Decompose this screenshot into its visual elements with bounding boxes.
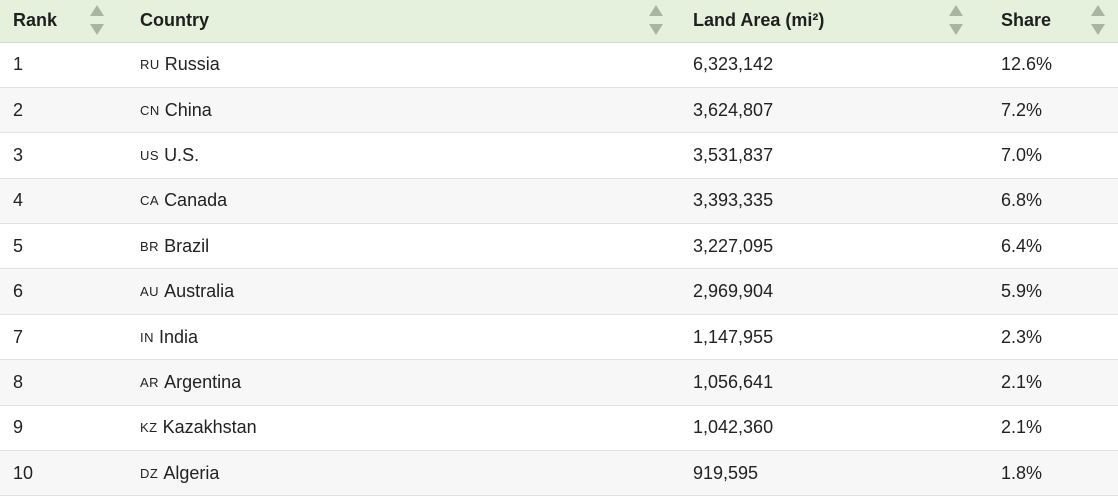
column-header-rank[interactable]: Rank [0,0,127,43]
country-cell: RU Russia [127,42,683,87]
land-area-cell: 3,624,807 [693,99,774,120]
share-cell: 7.2% [1001,99,1043,120]
country-code: DZ [140,465,159,481]
country-name: Australia [164,281,235,302]
country-name: Canada [164,190,228,211]
country-name: Kazakhstan [162,417,257,438]
country-code: CN [140,102,160,118]
land-area-cell: 1,147,955 [693,326,774,347]
country-cell: AR Argentina [127,360,683,405]
land-area-table: Rank Country Land Area (mi²) Share 1 RU R… [0,0,1118,496]
share-cell: 7.0% [1001,144,1043,165]
land-area-cell: 3,393,335 [693,190,774,211]
sort-arrows-icon[interactable] [89,5,105,35]
country-code: AR [140,374,160,390]
country-name: Brazil [164,235,210,256]
land-area-cell: 1,056,641 [693,371,774,392]
land-area-cell: 1,042,360 [693,417,774,438]
share-cell: 2.1% [1001,371,1043,392]
country-cell: US U.S. [127,133,683,178]
rank-cell: 9 [13,417,24,438]
land-area-cell: 919,595 [693,462,759,483]
sort-arrows-icon[interactable] [648,5,664,35]
table-row: 10 DZ Algeria 919,595 1.8% [0,450,1118,496]
table-row: 7 IN India 1,147,955 2.3% [0,314,1118,360]
share-cell: 12.6% [1001,54,1053,75]
country-cell: KZ Kazakhstan [127,405,683,450]
land-area-cell: 3,227,095 [693,235,774,256]
country-name: China [164,99,212,120]
table-header: Rank Country Land Area (mi²) Share [0,0,1118,43]
country-cell: AU Australia [127,269,683,314]
country-name: U.S. [164,144,200,165]
table-row: 6 AU Australia 2,969,904 5.9% [0,268,1118,315]
country-cell: CN China [127,87,683,132]
share-cell: 6.4% [1001,235,1043,256]
country-code: AU [140,284,160,300]
rank-cell: 5 [13,235,24,256]
country-code: RU [140,57,160,73]
share-cell: 2.3% [1001,326,1043,347]
column-header-land-area[interactable]: Land Area (mi²) [683,0,987,43]
header-row: Rank Country Land Area (mi²) Share [0,0,1118,43]
column-header-label: Country [140,10,209,31]
rank-cell: 2 [13,99,24,120]
share-cell: 5.9% [1001,281,1043,302]
country-name: Argentina [164,371,242,392]
country-cell: BR Brazil [127,224,683,269]
rank-cell: 6 [13,281,24,302]
country-code: KZ [140,420,158,436]
land-area-cell: 6,323,142 [693,54,774,75]
table-body: 1 RU Russia 6,323,142 12.6% 2 CN China 3,6… [0,42,1118,496]
table-row: 3 US U.S. 3,531,837 7.0% [0,132,1118,179]
table-row: 1 RU Russia 6,323,142 12.6% [0,42,1118,88]
country-code: IN [140,329,154,345]
table-row: 2 CN China 3,624,807 7.2% [0,87,1118,133]
column-header-country[interactable]: Country [127,0,683,43]
sort-arrows-icon[interactable] [948,5,964,35]
land-area-cell: 3,531,837 [693,144,774,165]
column-header-label: Land Area (mi²) [693,10,825,31]
land-area-cell: 2,969,904 [693,281,774,302]
country-name: Algeria [163,462,220,483]
country-code: US [140,147,160,163]
rank-cell: 4 [13,190,24,211]
table-row: 4 CA Canada 3,393,335 6.8% [0,178,1118,224]
column-header-label: Share [1001,10,1052,31]
table-row: 5 BR Brazil 3,227,095 6.4% [0,223,1118,269]
rank-cell: 10 [13,462,34,483]
country-cell: IN India [127,314,683,359]
sort-arrows-icon[interactable] [1090,5,1106,35]
rank-cell: 1 [13,54,24,75]
country-name: India [159,326,199,347]
rank-cell: 3 [13,144,24,165]
country-cell: DZ Algeria [127,451,683,496]
share-cell: 2.1% [1001,417,1043,438]
rank-cell: 7 [13,326,24,347]
column-header-share[interactable]: Share [987,0,1118,43]
share-cell: 6.8% [1001,190,1043,211]
column-header-label: Rank [13,10,58,31]
rank-cell: 8 [13,371,24,392]
country-code: CA [140,193,160,209]
country-code: BR [140,238,160,254]
country-name: Russia [164,54,220,75]
share-cell: 1.8% [1001,462,1043,483]
table-row: 8 AR Argentina 1,056,641 2.1% [0,359,1118,406]
country-cell: CA Canada [127,178,683,223]
table-row: 9 KZ Kazakhstan 1,042,360 2.1% [0,405,1118,451]
